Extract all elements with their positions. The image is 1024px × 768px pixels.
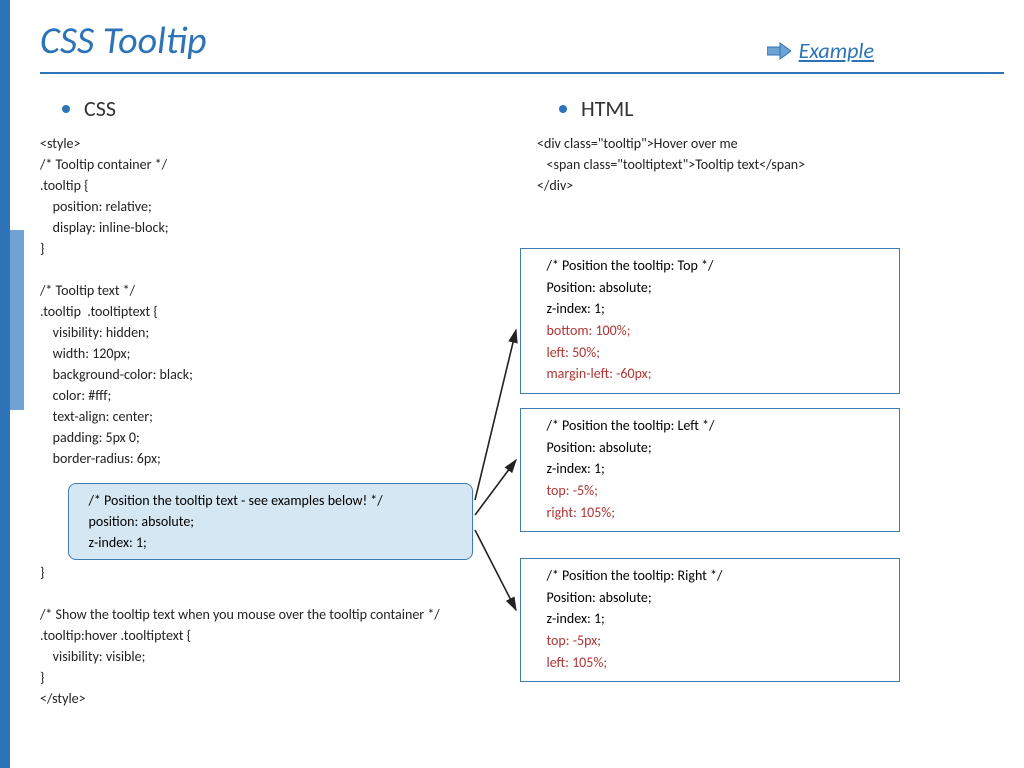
arrow-right-icon bbox=[767, 42, 791, 60]
code-line: } bbox=[40, 562, 507, 583]
css-column: CSS <style> /* Tooltip container */ .too… bbox=[40, 92, 507, 709]
css-heading: CSS bbox=[84, 92, 116, 125]
code-line: <div class="tooltip">Hover over me bbox=[537, 133, 1004, 154]
callout-source-box: /* Position the tooltip text - see examp… bbox=[68, 483, 473, 560]
code-line: left: 105%; bbox=[537, 652, 883, 674]
code-line: top: -5px; bbox=[537, 630, 883, 652]
code-line: } bbox=[40, 667, 507, 688]
code-line: /* Tooltip container */ bbox=[40, 154, 507, 175]
code-line: /* Tooltip text */ bbox=[40, 280, 507, 301]
code-line: background-color: black; bbox=[40, 364, 507, 385]
code-line: padding: 5px 0; bbox=[40, 427, 507, 448]
code-line: Position: absolute; bbox=[537, 437, 883, 459]
code-line: <style> bbox=[40, 133, 507, 154]
code-line: z-index: 1; bbox=[537, 458, 883, 480]
header: CSS Tooltip Example bbox=[40, 18, 1004, 64]
code-line: /* Position the tooltip: Top */ bbox=[537, 255, 883, 277]
code-line: text-align: center; bbox=[40, 406, 507, 427]
code-line: .tooltip { bbox=[40, 175, 507, 196]
position-right-box: /* Position the tooltip: Right */ Positi… bbox=[520, 558, 900, 682]
code-line: width: 120px; bbox=[40, 343, 507, 364]
example-link[interactable]: Example bbox=[799, 37, 874, 64]
page-title: CSS Tooltip bbox=[40, 18, 207, 64]
code-line: margin-left: -60px; bbox=[537, 363, 883, 385]
code-line: .tooltip .tooltiptext { bbox=[40, 301, 507, 322]
code-line: visibility: hidden; bbox=[40, 322, 507, 343]
code-line bbox=[40, 583, 507, 604]
code-line: /* Position the tooltip: Right */ bbox=[537, 565, 883, 587]
code-line: z-index: 1; bbox=[537, 298, 883, 320]
code-line: border-radius: 6px; bbox=[40, 448, 507, 469]
code-line: /* Show the tooltip text when you mouse … bbox=[40, 604, 507, 625]
code-line: Position: absolute; bbox=[537, 587, 883, 609]
code-line: z-index: 1; bbox=[79, 532, 462, 553]
code-line: </div> bbox=[537, 175, 1004, 196]
side-accent bbox=[0, 0, 28, 768]
html-heading: HTML bbox=[581, 92, 634, 125]
code-line: } bbox=[40, 238, 507, 259]
code-line: bottom: 100%; bbox=[537, 320, 883, 342]
code-line: /* Position the tooltip: Left */ bbox=[537, 415, 883, 437]
code-line: visibility: visible; bbox=[40, 646, 507, 667]
position-top-box: /* Position the tooltip: Top */ Position… bbox=[520, 248, 900, 394]
code-line: position: relative; bbox=[40, 196, 507, 217]
code-line: <span class="tooltiptext">Tooltip text</… bbox=[537, 154, 1004, 175]
bullet-icon bbox=[559, 105, 567, 113]
bullet-icon bbox=[62, 105, 70, 113]
code-line: right: 105%; bbox=[537, 502, 883, 524]
code-line: left: 50%; bbox=[537, 342, 883, 364]
position-left-box: /* Position the tooltip: Left */ Positio… bbox=[520, 408, 900, 532]
code-line: position: absolute; bbox=[79, 511, 462, 532]
code-line: .tooltip:hover .tooltiptext { bbox=[40, 625, 507, 646]
example-link-wrap: Example bbox=[767, 37, 874, 64]
code-line bbox=[40, 259, 507, 280]
code-line: z-index: 1; bbox=[537, 608, 883, 630]
code-line: /* Position the tooltip text - see examp… bbox=[79, 490, 462, 511]
code-line: top: -5%; bbox=[537, 480, 883, 502]
divider bbox=[40, 72, 1004, 74]
code-line: </style> bbox=[40, 688, 507, 709]
code-line: Position: absolute; bbox=[537, 277, 883, 299]
code-line: display: inline-block; bbox=[40, 217, 507, 238]
code-line: color: #fff; bbox=[40, 385, 507, 406]
